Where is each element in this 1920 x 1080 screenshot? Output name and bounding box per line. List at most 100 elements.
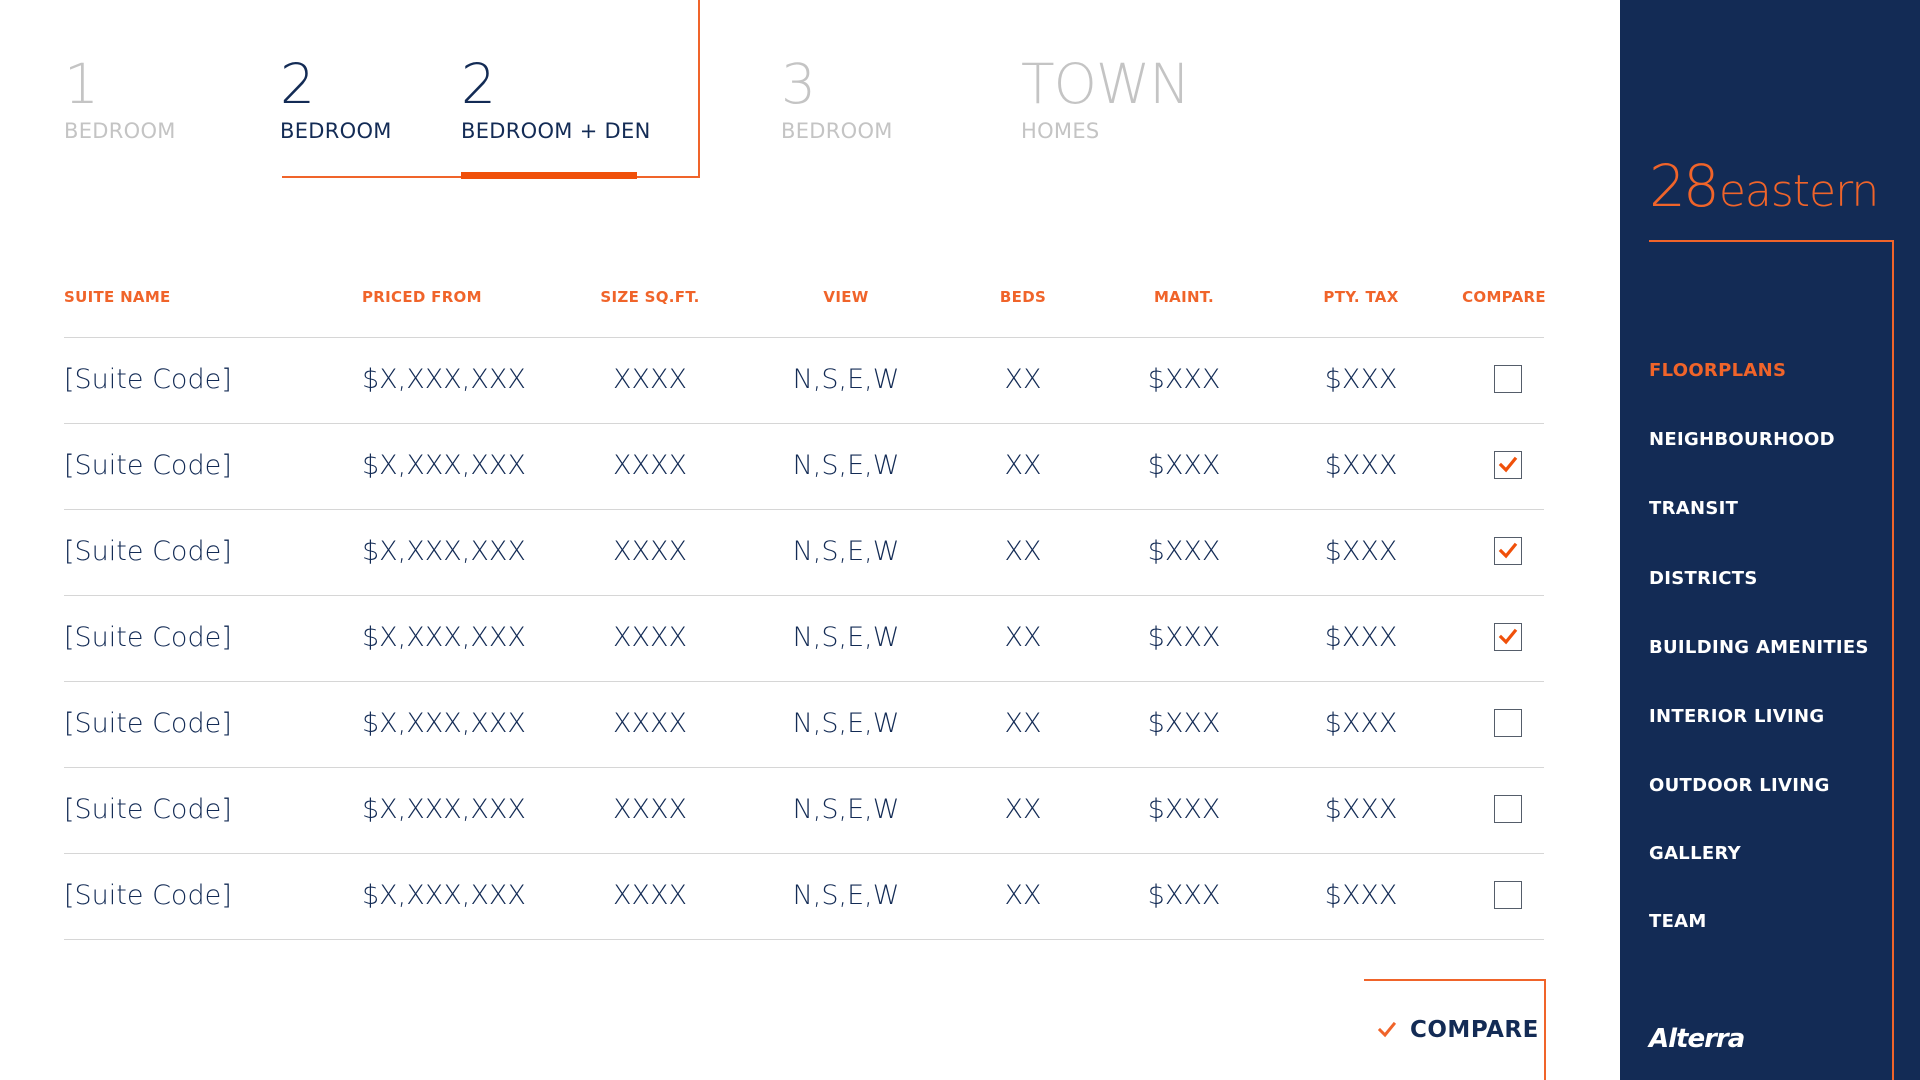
header-pty-tax: PTY. TAX	[1323, 288, 1399, 306]
cell-suite-name: [Suite Code]	[64, 536, 232, 567]
check-icon	[1498, 456, 1518, 473]
cell-pty-tax: $XXX	[1324, 708, 1398, 739]
cell-size: XXXX	[613, 450, 687, 481]
compare-button[interactable]: COMPARE	[1378, 1014, 1539, 1046]
cell-view: N,S,E,W	[792, 536, 900, 567]
alterra-logo[interactable]: Alterra	[1649, 1024, 1745, 1054]
tab-2-bedroom-den[interactable]: 2 BEDROOM + DEN	[461, 52, 651, 144]
cell-view: N,S,E,W	[792, 880, 900, 911]
compare-checkbox[interactable]	[1494, 537, 1522, 565]
cell-pty-tax: $XXX	[1324, 880, 1398, 911]
tab-2-bedroom[interactable]: 2 BEDROOM	[280, 52, 392, 144]
cell-price: $X,XXX,XXX	[362, 536, 526, 567]
nav-districts[interactable]: DISTRICTS	[1649, 568, 1758, 589]
cell-view: N,S,E,W	[792, 364, 900, 395]
check-icon	[1498, 628, 1518, 645]
cell-beds: XX	[1004, 794, 1042, 825]
tab-label: BEDROOM + DEN	[461, 119, 651, 143]
table-row[interactable]: [Suite Code] $X,XXX,XXX XXXX N,S,E,W XX $XXX $…	[64, 854, 1544, 940]
brand-word: eastern	[1718, 166, 1879, 217]
tab-label: BEDROOM	[280, 119, 392, 143]
cell-maint: $XXX	[1147, 536, 1221, 567]
cell-view: N,S,E,W	[792, 794, 900, 825]
cell-pty-tax: $XXX	[1324, 364, 1398, 395]
tab-number: 3	[781, 52, 816, 116]
table-header: SUITE NAME PRICED FROM SIZE SQ.FT. VIEW …	[64, 280, 1546, 338]
tab-number: 1	[64, 52, 99, 116]
compare-checkbox[interactable]	[1494, 795, 1522, 823]
tab-label: BEDROOM	[781, 119, 893, 143]
cell-suite-name: [Suite Code]	[64, 622, 232, 653]
nav-transit[interactable]: TRANSIT	[1649, 498, 1738, 519]
table-row[interactable]: [Suite Code] $X,XXX,XXX XXXX N,S,E,W XX $XXX $…	[64, 596, 1544, 682]
compare-checkbox[interactable]	[1494, 881, 1522, 909]
cell-view: N,S,E,W	[792, 622, 900, 653]
table-body: [Suite Code] $X,XXX,XXX XXXX N,S,E,W XX $XXX $…	[64, 338, 1544, 940]
cell-price: $X,XXX,XXX	[362, 364, 526, 395]
nav-floorplans[interactable]: FLOORPLANS	[1649, 360, 1786, 381]
nav-team[interactable]: TEAM	[1649, 911, 1707, 932]
cell-price: $X,XXX,XXX	[362, 880, 526, 911]
nav-interior-living[interactable]: INTERIOR LIVING	[1649, 706, 1824, 727]
compare-checkbox[interactable]	[1494, 623, 1522, 651]
table-row[interactable]: [Suite Code] $X,XXX,XXX XXXX N,S,E,W XX $XXX $…	[64, 424, 1544, 510]
nav-gallery[interactable]: GALLERY	[1649, 843, 1741, 864]
sidebar: 28eastern FLOORPLANS NEIGHBOURHOOD TRANS…	[1620, 0, 1920, 1080]
nav-neighbourhood[interactable]: NEIGHBOURHOOD	[1649, 429, 1835, 450]
table-row[interactable]: [Suite Code] $X,XXX,XXX XXXX N,S,E,W XX $XXX $…	[64, 338, 1544, 424]
cell-beds: XX	[1004, 450, 1042, 481]
tab-3-bedroom[interactable]: 3 BEDROOM	[781, 52, 893, 144]
header-beds: BEDS	[999, 288, 1047, 306]
compare-button-label: COMPARE	[1410, 1017, 1539, 1043]
cell-maint: $XXX	[1147, 880, 1221, 911]
cell-suite-name: [Suite Code]	[64, 880, 232, 911]
tab-1-bedroom[interactable]: 1 BEDROOM	[64, 52, 176, 144]
table-row[interactable]: [Suite Code] $X,XXX,XXX XXXX N,S,E,W XX $XXX $…	[64, 768, 1544, 854]
cell-view: N,S,E,W	[792, 450, 900, 481]
nav-outdoor-living[interactable]: OUTDOOR LIVING	[1649, 775, 1830, 796]
cell-pty-tax: $XXX	[1324, 536, 1398, 567]
cell-price: $X,XXX,XXX	[362, 708, 526, 739]
table-row[interactable]: [Suite Code] $X,XXX,XXX XXXX N,S,E,W XX $XXX $…	[64, 682, 1544, 768]
header-size: SIZE SQ.FT.	[600, 288, 700, 306]
cell-size: XXXX	[613, 364, 687, 395]
check-icon	[1498, 542, 1518, 559]
cell-pty-tax: $XXX	[1324, 794, 1398, 825]
cell-maint: $XXX	[1147, 622, 1221, 653]
tab-label: HOMES	[1021, 119, 1100, 143]
suites-table: SUITE NAME PRICED FROM SIZE SQ.FT. VIEW …	[64, 280, 1546, 940]
cell-suite-name: [Suite Code]	[64, 794, 232, 825]
tab-number: 2	[461, 52, 496, 116]
cell-maint: $XXX	[1147, 450, 1221, 481]
tab-townhomes[interactable]: TOWN HOMES	[1021, 52, 1190, 144]
check-icon	[1378, 1022, 1396, 1038]
table-row[interactable]: [Suite Code] $X,XXX,XXX XXXX N,S,E,W XX $XXX $…	[64, 510, 1544, 596]
cell-size: XXXX	[613, 794, 687, 825]
cell-maint: $XXX	[1147, 708, 1221, 739]
brand-logo[interactable]: 28eastern	[1649, 152, 1879, 220]
tab-number: 2	[280, 52, 315, 116]
cell-pty-tax: $XXX	[1324, 450, 1398, 481]
header-compare: COMPARE	[1462, 288, 1546, 306]
cell-size: XXXX	[613, 622, 687, 653]
cell-price: $X,XXX,XXX	[362, 622, 526, 653]
compare-checkbox[interactable]	[1494, 709, 1522, 737]
cell-view: N,S,E,W	[792, 708, 900, 739]
compare-checkbox[interactable]	[1494, 365, 1522, 393]
cell-beds: XX	[1004, 364, 1042, 395]
cell-maint: $XXX	[1147, 794, 1221, 825]
brand-number: 28	[1649, 152, 1720, 220]
cell-size: XXXX	[613, 536, 687, 567]
page: 1 BEDROOM 2 BEDROOM 2 BEDROOM + DEN 3 BE…	[0, 0, 1920, 1080]
cell-beds: XX	[1004, 622, 1042, 653]
cell-beds: XX	[1004, 880, 1042, 911]
cell-maint: $XXX	[1147, 364, 1221, 395]
compare-checkbox[interactable]	[1494, 451, 1522, 479]
active-tab-indicator	[461, 172, 637, 179]
cell-price: $X,XXX,XXX	[362, 794, 526, 825]
cell-price: $X,XXX,XXX	[362, 450, 526, 481]
cell-suite-name: [Suite Code]	[64, 450, 232, 481]
header-maint: MAINT.	[1153, 288, 1215, 306]
nav-building-amenities[interactable]: BUILDING AMENITIES	[1649, 637, 1869, 658]
cell-size: XXXX	[613, 880, 687, 911]
